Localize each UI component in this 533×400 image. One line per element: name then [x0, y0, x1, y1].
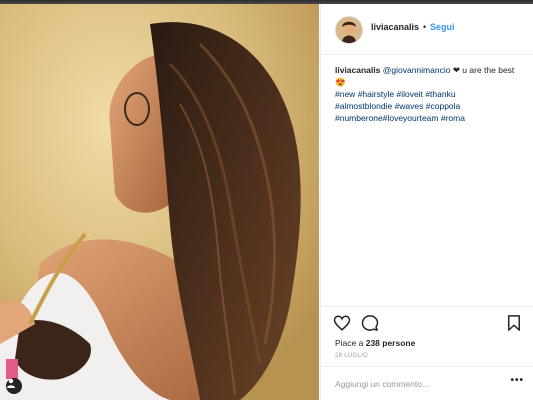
- hashtag[interactable]: #hairstyle: [358, 89, 394, 99]
- caption-mention[interactable]: @giovannimancio: [383, 65, 451, 75]
- heart-icon: [333, 315, 351, 331]
- post-photo[interactable]: [0, 4, 319, 400]
- actions-divider: [321, 306, 533, 307]
- username-link[interactable]: liviacanalis: [371, 22, 419, 32]
- avatar-image: [336, 17, 362, 43]
- likes-count[interactable]: Piace a 238 persone: [335, 338, 415, 348]
- hashtag[interactable]: #loveyourteam: [383, 113, 439, 123]
- comment-button[interactable]: [361, 314, 379, 332]
- tagged-users-button[interactable]: [6, 378, 22, 394]
- like-button[interactable]: [333, 314, 351, 332]
- hashtag[interactable]: #thanku: [425, 89, 455, 99]
- hashtag[interactable]: #waves: [395, 101, 424, 111]
- comment-divider: [321, 366, 533, 367]
- comment-icon: [361, 315, 379, 331]
- post-actions: [333, 314, 523, 334]
- hashtag[interactable]: #new: [335, 89, 355, 99]
- comment-input[interactable]: [335, 378, 505, 390]
- likes-prefix: Piace a: [335, 338, 366, 348]
- person-icon: [7, 378, 15, 388]
- separator-dot: •: [423, 22, 427, 32]
- likes-number: 238 persone: [365, 338, 416, 348]
- hashtag[interactable]: #roma: [441, 113, 465, 123]
- post-details-panel: liviacanalis • Segui liviacanalis @giova…: [320, 4, 533, 400]
- post-header: liviacanalis • Segui: [321, 4, 533, 55]
- hashtag[interactable]: #numberone: [335, 113, 383, 123]
- avatar[interactable]: [335, 16, 363, 44]
- hashtag[interactable]: #almostblondie: [335, 101, 392, 111]
- caption: liviacanalis @giovannimancio ❤ u are the…: [335, 64, 525, 124]
- bookmark-icon: [508, 315, 520, 331]
- more-options-button[interactable]: •••: [510, 375, 524, 386]
- save-button[interactable]: [505, 314, 523, 332]
- post-date: 28 LUGLIO: [335, 353, 369, 359]
- hashtag[interactable]: #coppola: [426, 101, 461, 111]
- caption-username[interactable]: liviacanalis: [335, 65, 380, 75]
- follow-button[interactable]: Segui: [430, 22, 455, 32]
- post-photo-illustration: [0, 4, 319, 400]
- hashtag[interactable]: #iloveit: [396, 89, 422, 99]
